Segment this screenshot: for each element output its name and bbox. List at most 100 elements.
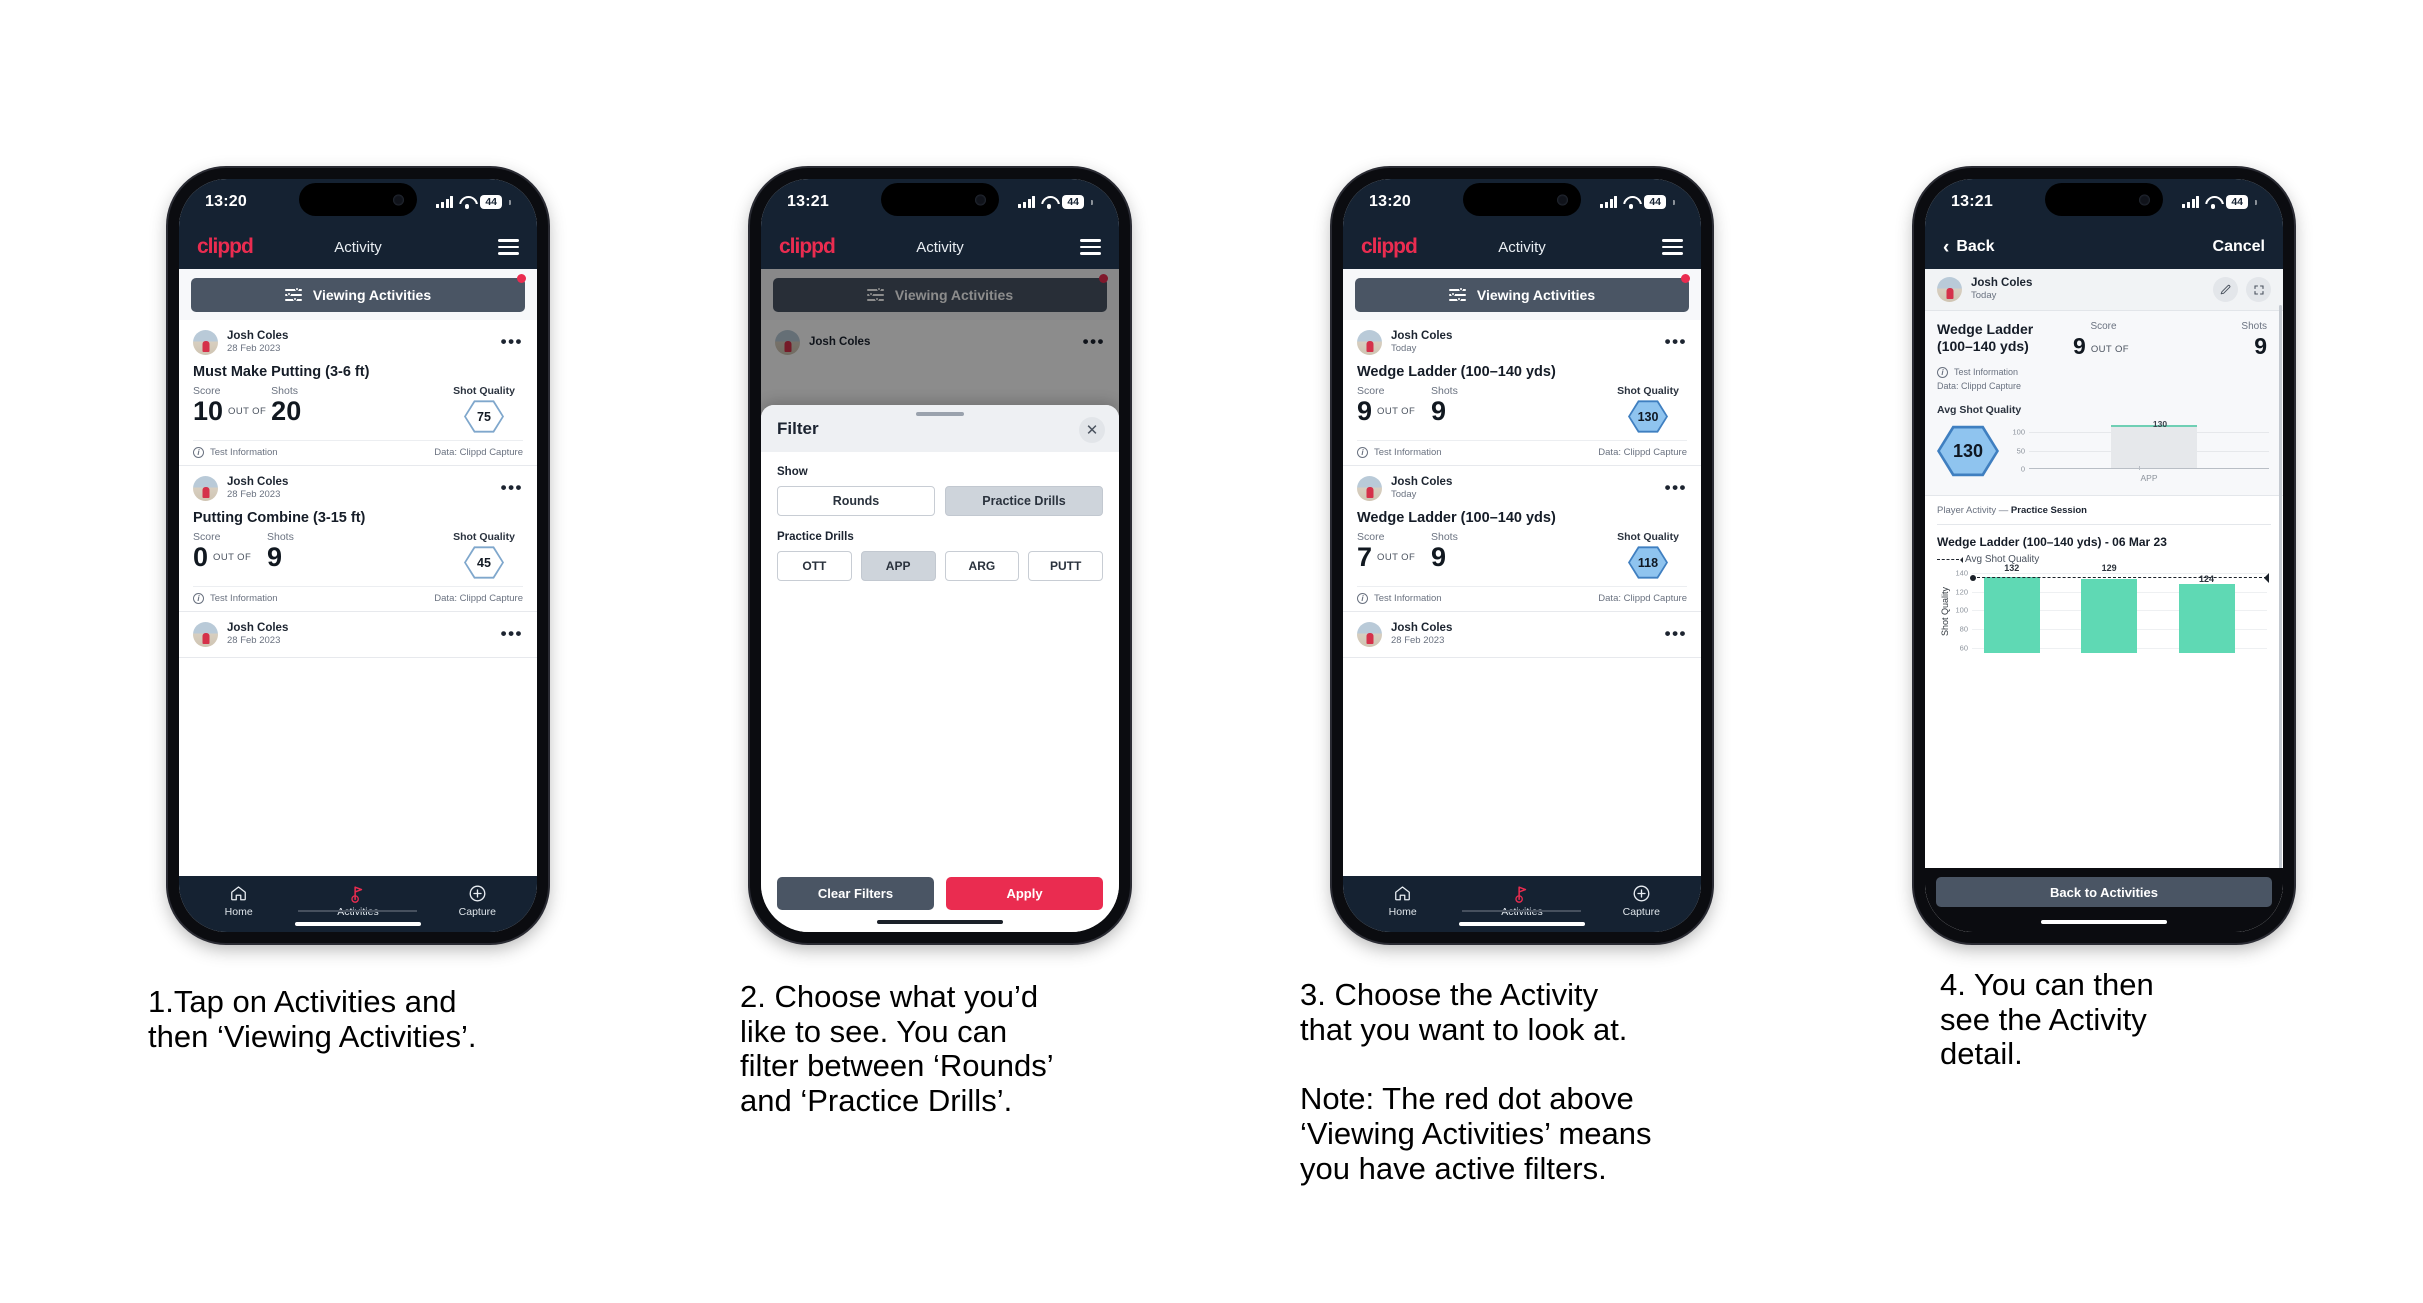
active-tab-indicator [298,910,418,912]
avatar [193,330,218,355]
status-time: 13:20 [1369,193,1411,210]
status-bar: 13:21 44 [761,179,1119,225]
shots-value: 9 [1431,396,1447,426]
status-indicators: 44 [1018,195,1093,209]
cancel-label: Cancel [2212,238,2265,255]
user-name: Josh Coles [1391,476,1453,489]
metric-score: Score 0 OUT OF [193,531,267,571]
legend-label: Avg Shot Quality [1965,554,2040,565]
drill-option-putt[interactable]: PUTT [1028,551,1103,581]
apply-button[interactable]: Apply [946,877,1103,910]
activity-card[interactable]: Josh Coles Today ••• Wedge Ladder (100–1… [1343,466,1701,612]
card-metrics: Score 10 OUT OF Shots 20 Shot Quality 75 [193,382,523,440]
activity-card[interactable]: Josh Coles 28 Feb 2023 ••• Putting Combi… [179,466,537,612]
score-value: 10 [193,396,224,426]
activity-card[interactable]: Josh Coles Today ••• Wedge Ladder (100–1… [1343,320,1701,466]
clear-filters-button[interactable]: Clear Filters [777,877,934,910]
tab-capture[interactable]: Capture [418,883,537,918]
tab-activities[interactable]: Activities [298,883,417,918]
phone-4-screen: 13:21 44 ‹ Back Cancel Josh Coles Today … [1925,179,2283,932]
data-source-label: Data: Clippd Capture [434,447,523,458]
back-label: Back [1956,238,1995,255]
detail-meta: i Test Information Data: Clippd Capture [1937,366,2271,393]
shots-value: 9 [2254,333,2267,359]
card-menu-icon[interactable]: ••• [1665,625,1687,642]
card-user: Josh Coles 28 Feb 2023 [1391,622,1452,646]
hamburger-icon[interactable] [1662,239,1683,255]
card-menu-icon[interactable]: ••• [501,625,523,642]
activity-card[interactable]: Josh Coles 28 Feb 2023 ••• Must Make Put… [179,320,537,466]
tab-home[interactable]: Home [1343,883,1462,918]
shot-quality-value: 118 [1630,548,1666,577]
viewing-activities-button[interactable]: Viewing Activities [1355,278,1689,312]
sheet-grabber[interactable] [916,412,964,416]
back-to-activities-button[interactable]: Back to Activities [1936,877,2272,907]
back-button[interactable]: ‹ Back [1943,238,1995,257]
data-source-label: Data: Clippd Capture [1598,593,1687,604]
drill-option-app[interactable]: APP [860,551,936,581]
phone-1-body: Viewing Activities Josh Coles 28 Feb 202… [179,269,537,876]
card-header: Josh Coles Today ••• [1357,330,1687,355]
activity-date: 28 Feb 2023 [1391,634,1445,646]
shot-quality-hexagon: 45 [464,546,504,579]
hamburger-icon[interactable] [498,239,519,255]
sheet-body: Show Rounds Practice Drills Practice Dri… [761,452,1119,863]
card-metrics: Score 9 OUT OF Shots 9 Shot Quality 130 [1357,382,1687,440]
test-information-label: Test Information [210,593,278,604]
shot-quality-bar-chart: Shot Quality 140 120 100 80 60 132 129 1… [1939,563,2271,653]
show-option-rounds[interactable]: Rounds [777,486,935,516]
battery-tip-icon [1091,199,1093,205]
activity-card[interactable]: Josh Coles 28 Feb 2023 ••• [1343,612,1701,658]
metric-shot-quality: Shot Quality 45 [445,531,523,580]
tab-activities[interactable]: Activities [1462,883,1581,918]
score-value: 0 [193,542,209,572]
user-name: Josh Coles [1391,330,1453,343]
dynamic-island [299,183,417,216]
tab-home[interactable]: Home [179,883,298,918]
active-filter-dot [517,274,526,283]
clippd-logo: clippd [779,235,836,258]
card-menu-icon[interactable]: ••• [1665,479,1687,496]
vertical-scrollbar[interactable] [2279,305,2282,876]
card-menu-icon[interactable]: ••• [501,479,523,496]
hamburger-icon[interactable] [1080,239,1101,255]
detail-summary-row: Wedge Ladder (100–140 yds) Score 9 OUT OF… [1937,321,2271,359]
home-indicator [2041,919,2167,924]
app-header: clippd Activity [179,225,537,269]
show-option-practice-drills[interactable]: Practice Drills [945,486,1103,516]
status-indicators: 44 [2182,195,2257,209]
close-icon[interactable]: ✕ [1079,417,1105,443]
detail-user-header: Josh Coles Today [1925,269,2283,311]
pencil-icon[interactable] [2213,277,2238,302]
filter-bar-wrap: Viewing Activities [179,269,537,320]
card-menu-icon[interactable]: ••• [1665,333,1687,350]
practice-drills-label: Practice Drills [777,531,854,543]
activity-date: Today [1971,289,1997,301]
mini-bar-value: 130 [2152,419,2168,429]
info-icon: i [193,593,204,604]
ytick: 60 [1959,643,1968,653]
viewing-activities-button[interactable]: Viewing Activities [191,278,525,312]
status-bar: 13:20 44 [1343,179,1701,225]
shot-quality-value: 45 [466,548,502,577]
activity-title: Putting Combine (3-15 ft) [193,510,366,526]
active-tab-indicator [1462,910,1582,912]
drill-option-arg[interactable]: ARG [944,551,1020,581]
home-indicator [295,921,421,926]
card-menu-icon[interactable]: ••• [501,333,523,350]
golf-flag-icon [1462,883,1581,903]
shots-label: Shots [1431,531,1458,543]
metric-shot-quality: Shot Quality 130 [1609,385,1687,434]
phone-2: 13:21 44 clippd Activity Viewing Activit… [750,168,1130,943]
card-user: Josh Coles Today [1391,476,1452,500]
activity-card[interactable]: Josh Coles 28 Feb 2023 ••• [179,612,537,658]
front-camera-icon [975,194,986,205]
metric-shot-quality: Shot Quality 118 [1609,531,1687,580]
card-footer: i Test Information Data: Clippd Capture [193,586,523,611]
cancel-button[interactable]: Cancel [2213,238,2265,256]
fullscreen-icon[interactable] [2246,277,2271,302]
tab-capture[interactable]: Capture [1582,883,1701,918]
tab-activities-label: Activities [337,906,379,918]
drill-option-ott[interactable]: OTT [777,551,852,581]
mini-chart-y-axis: 100 50 0 [2007,419,2027,474]
